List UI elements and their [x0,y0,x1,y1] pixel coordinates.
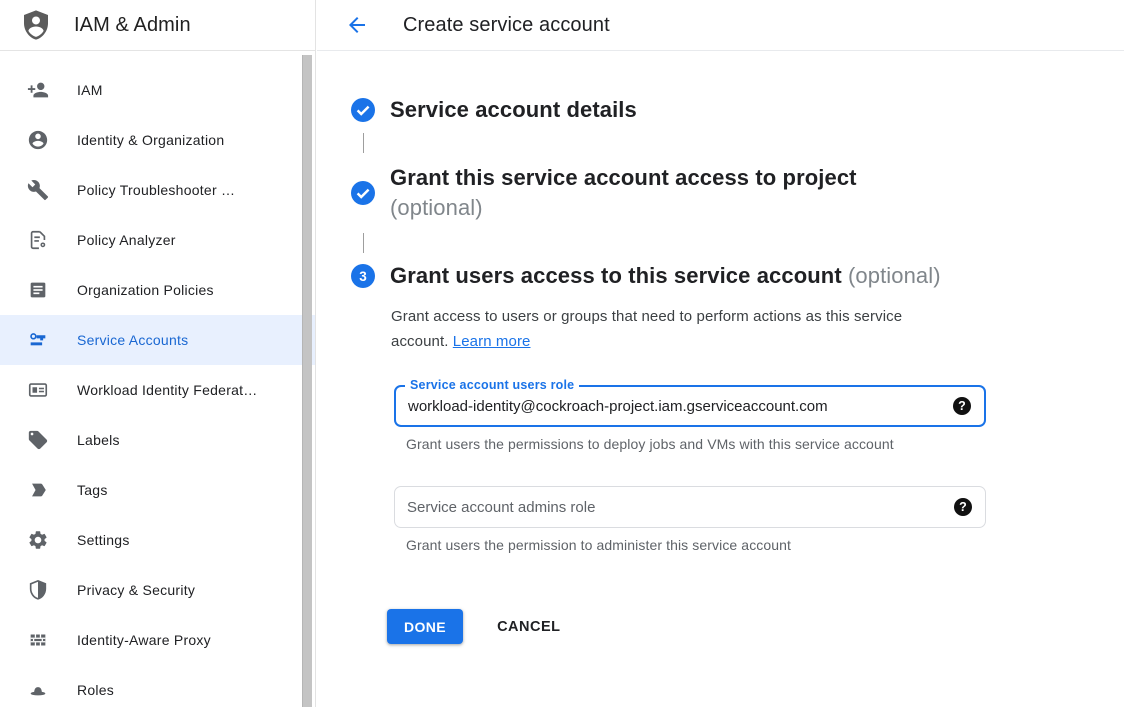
step-complete-check-icon [351,181,375,205]
sidebar-item-label: Organization Policies [77,282,214,298]
sidebar-item-organization-policies[interactable]: Organization Policies [0,265,315,315]
help-icon[interactable]: ? [953,397,971,415]
step-3-title-text: Grant users access to this service accou… [390,263,842,288]
admins-role-input[interactable] [395,487,937,527]
back-arrow-icon[interactable] [345,13,369,37]
wrench-icon [27,179,49,201]
users-role-input[interactable] [396,387,936,425]
service-account-users-role-field: Service account users role ? [394,385,986,427]
gcp-console-window: IAM & Admin IAM Identity & Organization [0,0,1124,707]
sidebar-item-label: Labels [77,432,120,448]
hat-icon [27,679,49,701]
sidebar-item-privacy-security[interactable]: Privacy & Security [0,565,315,615]
half-shield-icon [27,579,49,601]
step-3-optional-text: (optional) [848,263,941,288]
admins-role-helper-text: Grant users the permission to administer… [406,537,1124,553]
step-2-optional-text: (optional) [390,193,857,223]
sidebar-item-label: Roles [77,682,114,698]
sidebar-scrollbar[interactable] [302,55,312,707]
sidebar-item-service-accounts[interactable]: Service Accounts [0,315,315,365]
step-connector [363,233,364,253]
step-2-title-text: Grant this service account access to pro… [390,163,857,193]
sidebar-item-roles[interactable]: Roles [0,665,315,707]
step-3-row: 3 Grant users access to this service acc… [351,263,1124,289]
service-account-key-icon [27,329,49,351]
gear-icon [27,529,49,551]
sidebar-item-label: Policy Analyzer [77,232,176,248]
help-icon[interactable]: ? [954,498,972,516]
sidebar-item-tags[interactable]: Tags [0,465,315,515]
main-panel: Create service account Service account d… [317,0,1124,707]
page-header: Create service account [317,0,1124,51]
step-1-row: Service account details [351,97,1124,123]
proxy-grid-icon [27,629,49,651]
document-gear-icon [27,229,49,251]
step-3-description: Grant access to users or groups that nee… [391,304,953,354]
sidebar-item-label: Identity & Organization [77,132,224,148]
sidebar-item-workload-identity-federation[interactable]: Workload Identity Federat… [0,365,315,415]
sidebar-item-label: Workload Identity Federat… [77,382,258,398]
sidebar-item-settings[interactable]: Settings [0,515,315,565]
step-2-title: Grant this service account access to pro… [390,163,857,223]
wizard-actions: DONE CANCEL [387,609,1124,644]
account-circle-icon [27,129,49,151]
sidebar-item-policy-analyzer[interactable]: Policy Analyzer [0,215,315,265]
sidebar-item-identity-aware-proxy[interactable]: Identity-Aware Proxy [0,615,315,665]
sidebar-item-iam[interactable]: IAM [0,65,315,115]
cancel-button[interactable]: CANCEL [493,611,564,643]
step-3-number: 3 [351,264,375,288]
tag-arrow-icon [27,479,49,501]
sidebar-item-identity-organization[interactable]: Identity & Organization [0,115,315,165]
sidebar: IAM & Admin IAM Identity & Organization [0,0,316,707]
step-complete-check-icon [351,98,375,122]
sidebar-item-label: IAM [77,82,103,98]
sidebar-item-label: Policy Troubleshooter … [77,182,235,198]
done-button[interactable]: DONE [387,609,463,644]
sidebar-item-label: Identity-Aware Proxy [77,632,211,648]
sidebar-item-labels[interactable]: Labels [0,415,315,465]
iam-admin-shield-icon [20,9,52,41]
sidebar-item-policy-troubleshooter[interactable]: Policy Troubleshooter … [0,165,315,215]
sidebar-item-label: Tags [77,482,108,498]
step-3-number-badge: 3 [351,264,375,288]
badge-card-icon [27,379,49,401]
label-tag-icon [27,429,49,451]
sidebar-item-label: Service Accounts [77,332,188,348]
list-document-icon [27,279,49,301]
wizard: Service account details Grant this servi… [317,51,1124,644]
step-connector [363,133,364,153]
step-2-row: Grant this service account access to pro… [351,163,1124,223]
step-3-title: Grant users access to this service accou… [390,263,941,289]
sidebar-item-label: Settings [77,532,130,548]
sidebar-item-label: Privacy & Security [77,582,195,598]
product-title: IAM & Admin [74,14,191,37]
step-3-body: Grant access to users or groups that nee… [391,304,1124,644]
sidebar-header: IAM & Admin [0,0,315,51]
person-add-icon [27,79,49,101]
sidebar-nav: IAM Identity & Organization Policy Troub… [0,52,315,707]
step-1-title: Service account details [390,97,637,123]
learn-more-link[interactable]: Learn more [453,333,531,350]
users-role-helper-text: Grant users the permissions to deploy jo… [406,436,1124,452]
page-title: Create service account [403,14,610,37]
service-account-admins-role-field: ? [394,486,986,528]
